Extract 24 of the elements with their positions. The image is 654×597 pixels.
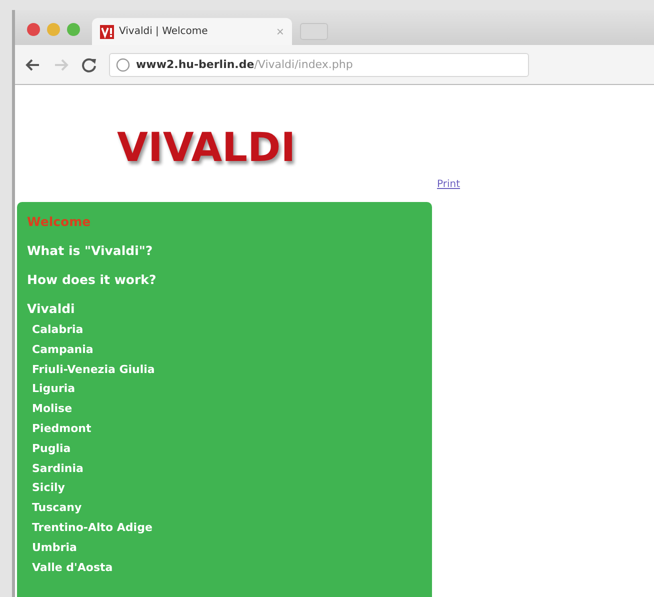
menu-link[interactable]: Vivaldi (27, 301, 75, 316)
submenu-link[interactable]: Calabria (32, 320, 84, 340)
url-text: www2.hu-berlin.de/Vivaldi/index.php (136, 58, 353, 72)
site-logo: VIVALDI (117, 125, 296, 171)
submenu-link[interactable]: Tuscany (32, 498, 82, 518)
submenu-link[interactable]: Campania (32, 340, 94, 360)
address-bar[interactable]: www2.hu-berlin.de/Vivaldi/index.php (109, 52, 529, 77)
browser-tab[interactable]: Vivaldi | Welcome × (92, 18, 292, 46)
menu-link[interactable]: How does it work? (27, 272, 156, 287)
submenu-link[interactable]: Sardinia (32, 458, 84, 478)
tab-title: Vivaldi | Welcome (119, 26, 209, 38)
submenu-link[interactable]: Molise (32, 399, 72, 419)
submenu-link[interactable]: Umbria (32, 538, 77, 558)
close-tab-button[interactable]: × (276, 24, 284, 40)
submenu-link[interactable]: Friuli-Venezia Giulia (32, 360, 155, 380)
submenu-link[interactable]: Piedmont (32, 418, 92, 439)
submenu-link[interactable]: Sicily (32, 478, 65, 498)
menu-link[interactable]: Welcome (27, 214, 91, 229)
submenu-link[interactable]: Valle d'Aosta (32, 558, 113, 578)
submenu-link[interactable]: Liguria (32, 379, 76, 400)
print-link[interactable]: Print (437, 179, 460, 190)
menu-link[interactable]: What is "Vivaldi"? (27, 243, 153, 258)
submenu-link[interactable]: Trentino-Alto Adige (32, 518, 152, 538)
submenu-link[interactable]: Puglia (32, 438, 71, 459)
